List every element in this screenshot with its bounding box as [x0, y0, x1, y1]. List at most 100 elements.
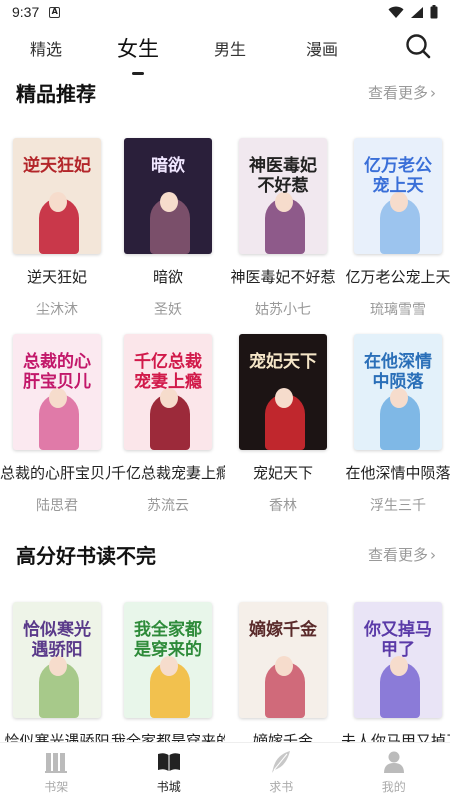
cover-title: 我全家都是穿来的 [134, 620, 202, 660]
nav-mine-label: 我的 [381, 779, 406, 794]
book-author: 苏流云 [147, 498, 189, 514]
book-title[interactable]: 总裁的心肝宝贝儿 [0, 462, 114, 483]
view-more-label: 查看更多 [367, 84, 428, 102]
book-card[interactable]: 宠妃天下 宠妃天下 香林 [226, 334, 340, 515]
book-cover[interactable]: 总裁的心肝宝贝儿 [13, 334, 101, 450]
nav-bookshelf[interactable]: 书架 [0, 743, 113, 800]
status-time: 9:37 [12, 4, 40, 20]
tab-nansheng[interactable]: 男生 [184, 36, 276, 60]
book-author: 琉璃雪雪 [370, 302, 426, 318]
book-title[interactable]: 在他深情中陨落 [341, 462, 450, 483]
book-title[interactable]: 千亿总裁宠妻上瘾 [111, 462, 225, 483]
cover-title: 恰似寒光遇骄阳 [23, 620, 91, 660]
cover-title: 宠妃天下 [249, 352, 317, 372]
search-icon[interactable] [404, 32, 432, 60]
battery-icon [430, 5, 438, 19]
signal-icon [411, 6, 423, 18]
book-title[interactable]: 亿万老公宠上天 [341, 266, 450, 287]
cover-illustration-face [275, 656, 293, 676]
nav-request[interactable]: 求书 [225, 743, 338, 800]
person-icon [383, 751, 404, 773]
view-more-link[interactable]: 查看更多 › [368, 544, 436, 565]
book-cover[interactable]: 恰似寒光遇骄阳 [13, 602, 101, 718]
bookstore-content[interactable]: 精品推荐 查看更多 › 逆天狂妃 逆天狂妃 尘沐沐 暗欲 暗欲 圣妖 神医毒妃不好惹 神医毒… [0, 72, 450, 742]
nav-bookshelf-label: 书架 [44, 779, 69, 794]
book-row: 总裁的心肝宝贝儿 总裁的心肝宝贝儿 陆思君 千亿总裁宠妻上瘾 千亿总裁宠妻上瘾 苏流云 … [0, 334, 450, 534]
book-cover[interactable]: 嫡嫁千金 [239, 602, 327, 718]
status-bar: 9:37 A [0, 0, 450, 24]
book-author: 尘沐沐 [36, 302, 78, 318]
book-card[interactable]: 总裁的心肝宝贝儿 总裁的心肝宝贝儿 陆思君 [0, 334, 114, 515]
book-card[interactable]: 我全家都是穿来的 我全家都是穿来的 [111, 602, 225, 742]
feather-icon [272, 750, 291, 773]
chevron-right-icon: › [430, 546, 436, 564]
book-card[interactable]: 神医毒妃不好惹 神医毒妃不好惹 姑苏小七 [226, 138, 340, 319]
cover-illustration-face [160, 192, 178, 212]
book-title[interactable]: 夫人你马甲又掉了 [341, 730, 450, 742]
book-cover[interactable]: 神医毒妃不好惹 [239, 138, 327, 254]
nav-bookstore[interactable]: 书城 [113, 743, 226, 800]
book-title[interactable]: 恰似寒光遇骄阳 [0, 730, 114, 742]
book-cover[interactable]: 我全家都是穿来的 [124, 602, 212, 718]
cover-title: 亿万老公宠上天 [364, 156, 432, 196]
book-cover[interactable]: 暗欲 [124, 138, 212, 254]
cover-title: 在他深情中陨落 [364, 352, 432, 392]
book-title[interactable]: 逆天狂妃 [0, 266, 114, 287]
section-header-highscore: 高分好书读不完 查看更多 › [0, 534, 450, 574]
cover-title: 逆天狂妃 [23, 156, 91, 176]
book-cover[interactable]: 千亿总裁宠妻上瘾 [124, 334, 212, 450]
wifi-icon [388, 6, 404, 18]
section-title: 精品推荐 [16, 82, 96, 106]
book-title[interactable]: 暗欲 [111, 266, 225, 287]
chevron-right-icon: › [430, 84, 436, 102]
book-card[interactable]: 嫡嫁千金 嫡嫁千金 [226, 602, 340, 742]
book-title[interactable]: 神医毒妃不好惹 [226, 266, 340, 287]
book-cover[interactable]: 在他深情中陨落 [354, 334, 442, 450]
tab-manhua[interactable]: 漫画 [276, 36, 368, 60]
book-card[interactable]: 千亿总裁宠妻上瘾 千亿总裁宠妻上瘾 苏流云 [111, 334, 225, 515]
book-row: 恰似寒光遇骄阳 恰似寒光遇骄阳 我全家都是穿来的 我全家都是穿来的 嫡嫁千金 嫡嫁千金… [0, 602, 450, 742]
nav-bookstore-label: 书城 [156, 779, 181, 794]
section-title: 高分好书读不完 [16, 544, 156, 568]
cover-illustration-face [275, 388, 293, 408]
notification-icon: A [49, 6, 61, 18]
book-cover[interactable]: 宠妃天下 [239, 334, 327, 450]
book-author: 香林 [269, 498, 297, 514]
cover-title: 总裁的心肝宝贝儿 [23, 352, 91, 392]
view-more-label: 查看更多 [367, 546, 428, 564]
book-card[interactable]: 亿万老公宠上天 亿万老公宠上天 琉璃雪雪 [341, 138, 450, 319]
book-card[interactable]: 暗欲 暗欲 圣妖 [111, 138, 225, 319]
open-book-icon [157, 752, 180, 771]
book-row: 逆天狂妃 逆天狂妃 尘沐沐 暗欲 暗欲 圣妖 神医毒妃不好惹 神医毒妃不好惹 姑苏小七 亿万… [0, 138, 450, 338]
book-title[interactable]: 嫡嫁千金 [226, 730, 340, 742]
nav-mine[interactable]: 我的 [338, 743, 450, 800]
book-cover[interactable]: 你又掉马甲了 [354, 602, 442, 718]
cover-title: 千亿总裁宠妻上瘾 [134, 352, 202, 392]
book-author: 姑苏小七 [255, 302, 311, 318]
nav-request-label: 求书 [269, 779, 294, 794]
book-author: 浮生三千 [370, 498, 426, 514]
book-title[interactable]: 我全家都是穿来的 [111, 730, 225, 742]
book-author: 圣妖 [154, 302, 182, 318]
book-card[interactable]: 恰似寒光遇骄阳 恰似寒光遇骄阳 [0, 602, 114, 742]
tab-nvsheng[interactable]: 女生 [92, 33, 184, 75]
book-card[interactable]: 逆天狂妃 逆天狂妃 尘沐沐 [0, 138, 114, 319]
cover-title: 神医毒妃不好惹 [249, 156, 317, 196]
book-card[interactable]: 在他深情中陨落 在他深情中陨落 浮生三千 [341, 334, 450, 515]
cover-title: 嫡嫁千金 [249, 620, 317, 640]
tab-jingxuan[interactable]: 精选 [0, 36, 92, 60]
section-header-recommend: 精品推荐 查看更多 › [0, 72, 450, 112]
book-author: 陆思君 [36, 498, 78, 514]
book-title[interactable]: 宠妃天下 [226, 462, 340, 483]
cover-illustration-face [49, 192, 67, 212]
bookshelf-icon [45, 752, 68, 773]
status-indicators [388, 5, 438, 19]
book-cover[interactable]: 逆天狂妃 [13, 138, 101, 254]
bottom-nav: 书架 书城 求书 我的 [0, 742, 450, 800]
book-cover[interactable]: 亿万老公宠上天 [354, 138, 442, 254]
view-more-link[interactable]: 查看更多 › [368, 82, 436, 103]
cover-title: 你又掉马甲了 [364, 620, 432, 660]
book-card[interactable]: 你又掉马甲了夫人你马甲又掉了 [341, 602, 450, 742]
category-tabs: 精选 女生 男生 漫画 [0, 24, 450, 75]
cover-title: 暗欲 [151, 156, 185, 176]
